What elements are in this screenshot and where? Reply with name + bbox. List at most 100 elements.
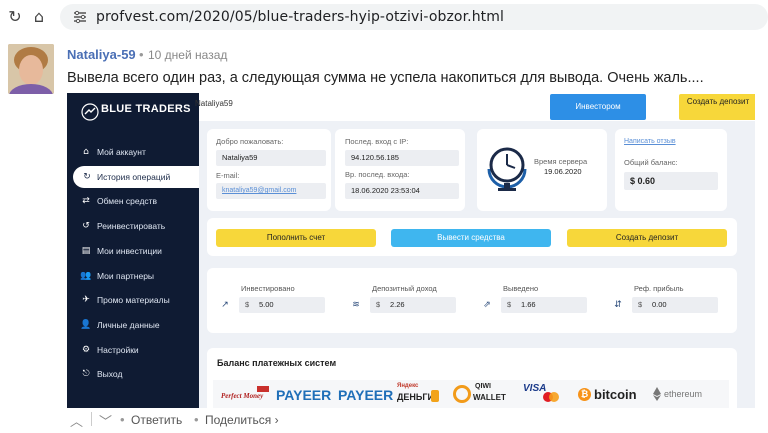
stat-card-2: ≋ Депозитный доход $2.26 — [344, 275, 466, 325]
sidebar-item-label: Мои инвестиции — [97, 245, 162, 256]
ethereum-icon — [653, 387, 661, 401]
perfect-money-badge — [257, 386, 269, 392]
sidebar-item-9[interactable]: ⚙ Настройки — [67, 339, 199, 361]
server-time-card: Время сервера 19.06.2020 — [477, 129, 607, 211]
sidebar-item-label: Личные данные — [97, 319, 160, 330]
avatar[interactable] — [8, 44, 54, 94]
last-login-card: Послед. вход с IP: 94.120.56.185 Вр. пос… — [335, 129, 465, 211]
qiwi-logo-top: QIWI — [475, 383, 491, 390]
create-deposit-label: Создать депозит — [686, 97, 750, 106]
url-text[interactable]: profvest.com/2020/05/blue-traders-hyip-o… — [96, 9, 504, 25]
attached-screenshot[interactable]: BLUE TRADERS ⌂ Мой аккаунт ↻ История операц… — [67, 93, 755, 408]
welcome-card: Добро пожаловать: Nataliya59 E-mail: kna… — [207, 129, 331, 211]
welcome-label: Добро пожаловать: — [216, 137, 284, 146]
sidebar-item-3[interactable]: ⇄ Обмен средств — [67, 190, 199, 212]
downvote-icon[interactable]: ﹀ — [99, 411, 112, 430]
site-info-icon[interactable] — [72, 9, 88, 25]
server-time-date: 19.06.2020 — [544, 167, 582, 176]
sidebar-item-label: История операций — [97, 171, 171, 182]
sidebar-item-icon: ▤ — [81, 245, 91, 256]
visa-logo: VISA — [523, 383, 547, 394]
sidebar-item-icon: ⚙ — [81, 344, 91, 355]
email-label: E-mail: — [216, 171, 240, 180]
comment-author[interactable]: Nataliya-59 — [67, 47, 136, 62]
sidebar-item-icon: ⌂ — [83, 147, 89, 157]
payeer-logo-1: PAYEER — [276, 387, 331, 403]
stat-value-box: $0.00 — [632, 297, 718, 313]
ethereum-logo: ethereum — [664, 389, 703, 399]
reload-icon[interactable]: ↻ — [6, 8, 24, 26]
sidebar-item-10[interactable]: ⎋ Выход — [67, 363, 199, 385]
yandex-wallet-icon — [431, 390, 439, 402]
payment-logos-strip: Perfect Money PAYEER PAYEER Яндекс ДЕНЬГ… — [213, 380, 729, 408]
stat-value-box: $1.66 — [501, 297, 587, 313]
withdraw-button[interactable]: Вывести средства — [391, 229, 551, 247]
invest-button[interactable]: Инвестором — [550, 94, 646, 120]
create-deposit-button[interactable]: Создать депозит — [679, 94, 755, 120]
stat-icon: ⇗ — [483, 300, 491, 310]
sidebar-item-2[interactable]: ↻ История операций — [73, 165, 199, 188]
bitcoin-icon: ₿ — [578, 388, 591, 401]
action-separator-2: • — [194, 412, 199, 427]
upvote-icon[interactable]: ︿ — [70, 411, 83, 430]
stat-currency: $ — [507, 300, 512, 309]
write-review-link[interactable]: Написать отзыв — [624, 138, 676, 145]
stat-value: 1.66 — [521, 300, 536, 309]
share-link[interactable]: Поделиться › — [205, 413, 279, 427]
balance-card: Написать отзыв Общий баланс: $ 0.60 — [615, 129, 727, 211]
sidebar-item-5[interactable]: ▤ Мои инвестиции — [67, 240, 199, 262]
comment-time[interactable]: 10 дней назад — [148, 48, 227, 62]
qiwi-logo-bottom: WALLET — [473, 393, 506, 402]
topup-button[interactable]: Пополнить счет — [216, 229, 376, 247]
stat-value-box: $5.00 — [239, 297, 325, 313]
stat-currency: $ — [376, 300, 381, 309]
reply-link[interactable]: Ответить — [131, 413, 182, 427]
yandex-logo-bottom: ДЕНЬГИ — [397, 392, 434, 402]
stat-value: 0.00 — [652, 300, 667, 309]
comment-text: Вывела всего один раз, а следующая сумма… — [67, 70, 704, 86]
action-separator-1: • — [120, 412, 125, 427]
mastercard-right-circle — [549, 392, 559, 402]
vote-separator — [91, 412, 92, 426]
sidebar-item-icon: ⎋ — [82, 369, 90, 380]
stat-currency: $ — [638, 300, 643, 309]
payment-title: Баланс платежных систем — [217, 358, 337, 368]
create-deposit-action-button[interactable]: Создать депозит — [567, 229, 727, 247]
stat-value-box: $2.26 — [370, 297, 456, 313]
yandex-logo-top: Яндекс — [397, 383, 419, 389]
stat-label: Инвестировано — [241, 284, 295, 293]
home-icon[interactable]: ⌂ — [30, 8, 48, 26]
sidebar-item-icon: ✈ — [82, 295, 90, 306]
stat-icon: ⇵ — [614, 300, 622, 310]
bitcoin-logo: bitcoin — [594, 387, 637, 402]
sidebar-item-7[interactable]: ✈ Промо материалы — [67, 289, 199, 311]
balance-label: Общий баланс: — [624, 158, 678, 167]
sidebar-item-1[interactable]: ⌂ Мой аккаунт — [67, 141, 199, 163]
clock-icon — [487, 147, 527, 191]
dashboard-header: Nataliya59 Инвестором Создать депозит — [195, 93, 755, 121]
stat-label: Реф. прибыль — [634, 284, 684, 293]
sidebar-item-8[interactable]: 👤 Личные данные — [67, 314, 199, 336]
stat-icon: ↗ — [221, 300, 229, 310]
sidebar-item-icon: 👤 — [80, 319, 92, 330]
username-field: Nataliya59 — [216, 150, 326, 166]
ip-field: 94.120.56.185 — [345, 150, 459, 166]
stat-value: 5.00 — [259, 300, 274, 309]
sidebar-item-icon: ↺ — [82, 221, 90, 232]
server-time-label: Время сервера — [534, 157, 588, 166]
sidebar-item-icon: ↻ — [83, 171, 91, 182]
sidebar-item-label: Мой аккаунт — [97, 147, 146, 157]
sidebar-item-label: Выход — [97, 369, 123, 380]
sidebar-item-label: Реинвестировать — [97, 221, 166, 232]
last-login-time-label: Вр. послед. входа: — [345, 170, 410, 179]
sidebar-item-label: Промо материалы — [97, 295, 170, 306]
sidebar-item-6[interactable]: 👥 Мои партнеры — [67, 265, 199, 287]
sidebar-item-4[interactable]: ↺ Реинвестировать — [67, 215, 199, 237]
qiwi-icon — [453, 385, 471, 403]
payeer-1-text: PAYEER — [276, 387, 332, 403]
payeer-logo-2: PAYEER — [338, 387, 393, 403]
sidebar-item-label: Настройки — [97, 344, 139, 355]
balance-value: $ 0.60 — [624, 172, 718, 190]
stat-currency: $ — [245, 300, 250, 309]
sidebar: BLUE TRADERS ⌂ Мой аккаунт ↻ История операц… — [67, 93, 199, 408]
